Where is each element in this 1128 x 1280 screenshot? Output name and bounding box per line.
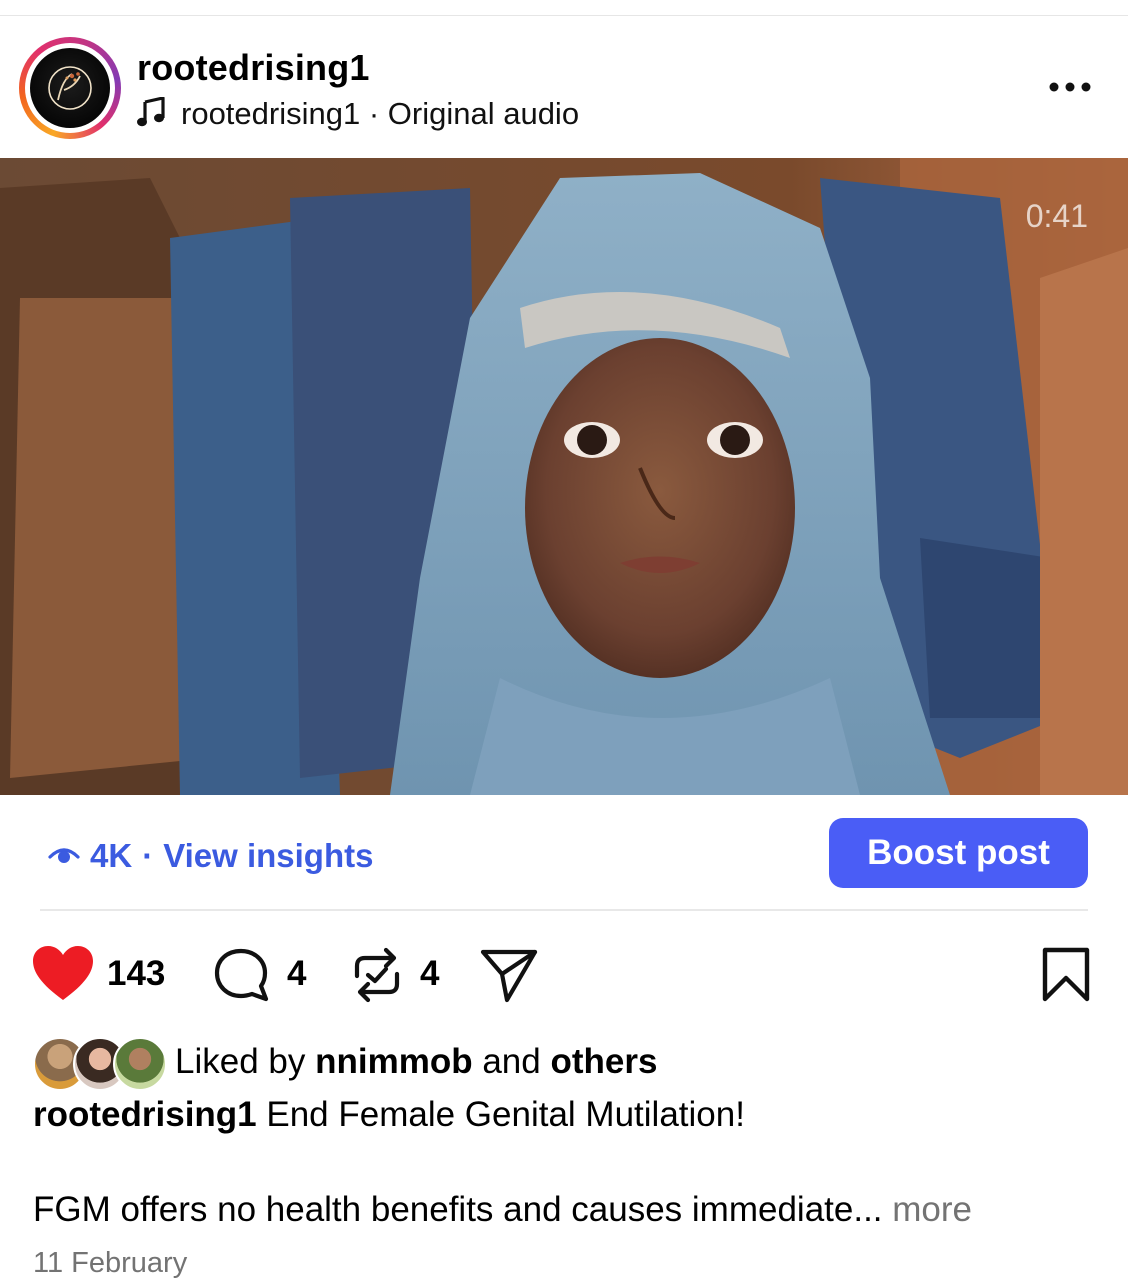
comment-button[interactable]: [213, 946, 271, 1009]
audio-info[interactable]: rootedrising1 · Original audio: [137, 94, 579, 134]
caption-body: FGM offers no health benefits and causes…: [33, 1190, 1093, 1230]
caption-more-link[interactable]: more: [892, 1190, 972, 1229]
liked-by-others[interactable]: others: [550, 1042, 657, 1081]
heart-icon: [31, 944, 95, 1007]
avatar-logo: [30, 48, 110, 128]
send-icon: [479, 946, 539, 1009]
repost-icon: [349, 946, 405, 1009]
music-note-icon: [137, 95, 165, 132]
repost-button[interactable]: [349, 946, 405, 1009]
comment-count[interactable]: 4: [287, 954, 306, 994]
views-count: 4K: [90, 837, 133, 874]
top-divider: [0, 15, 1128, 16]
caption-text: End Female Genital Mutilation!: [266, 1095, 745, 1134]
avatar: [113, 1037, 167, 1091]
insights-separator: ·: [142, 837, 154, 874]
like-button[interactable]: [31, 944, 95, 1007]
video-duration: 0:41: [1025, 198, 1088, 234]
section-divider: [40, 909, 1088, 911]
caption-body-text: FGM offers no health benefits and causes…: [33, 1190, 883, 1229]
profile-avatar[interactable]: [19, 37, 121, 139]
more-options-icon[interactable]: [1046, 76, 1094, 98]
view-insights-link[interactable]: 4K · View insights: [48, 834, 373, 878]
comment-icon: [213, 946, 271, 1009]
post-video[interactable]: 0:41: [0, 158, 1128, 795]
boost-post-button[interactable]: Boost post: [829, 818, 1088, 888]
like-count[interactable]: 143: [107, 954, 165, 994]
bookmark-icon: [1041, 946, 1091, 1009]
save-button[interactable]: [1041, 946, 1091, 1009]
post-date: 11 February: [33, 1247, 188, 1279]
view-insights-label: View insights: [163, 837, 374, 874]
audio-label: rootedrising1 · Original audio: [181, 96, 580, 131]
caption-username[interactable]: rootedrising1: [33, 1095, 257, 1134]
liked-by-user[interactable]: nnimmob: [315, 1042, 472, 1081]
video-frame-illustration: [0, 158, 1128, 795]
liked-by-avatars[interactable]: [33, 1037, 167, 1091]
share-button[interactable]: [479, 946, 539, 1009]
repost-count[interactable]: 4: [420, 954, 439, 994]
eye-icon: [48, 837, 80, 875]
caption: rootedrising1 End Female Genital Mutilat…: [33, 1095, 745, 1135]
avatar-border: [25, 43, 115, 133]
liked-by-text[interactable]: Liked by nnimmob and others: [175, 1042, 657, 1082]
post-username[interactable]: rootedrising1: [137, 47, 370, 89]
